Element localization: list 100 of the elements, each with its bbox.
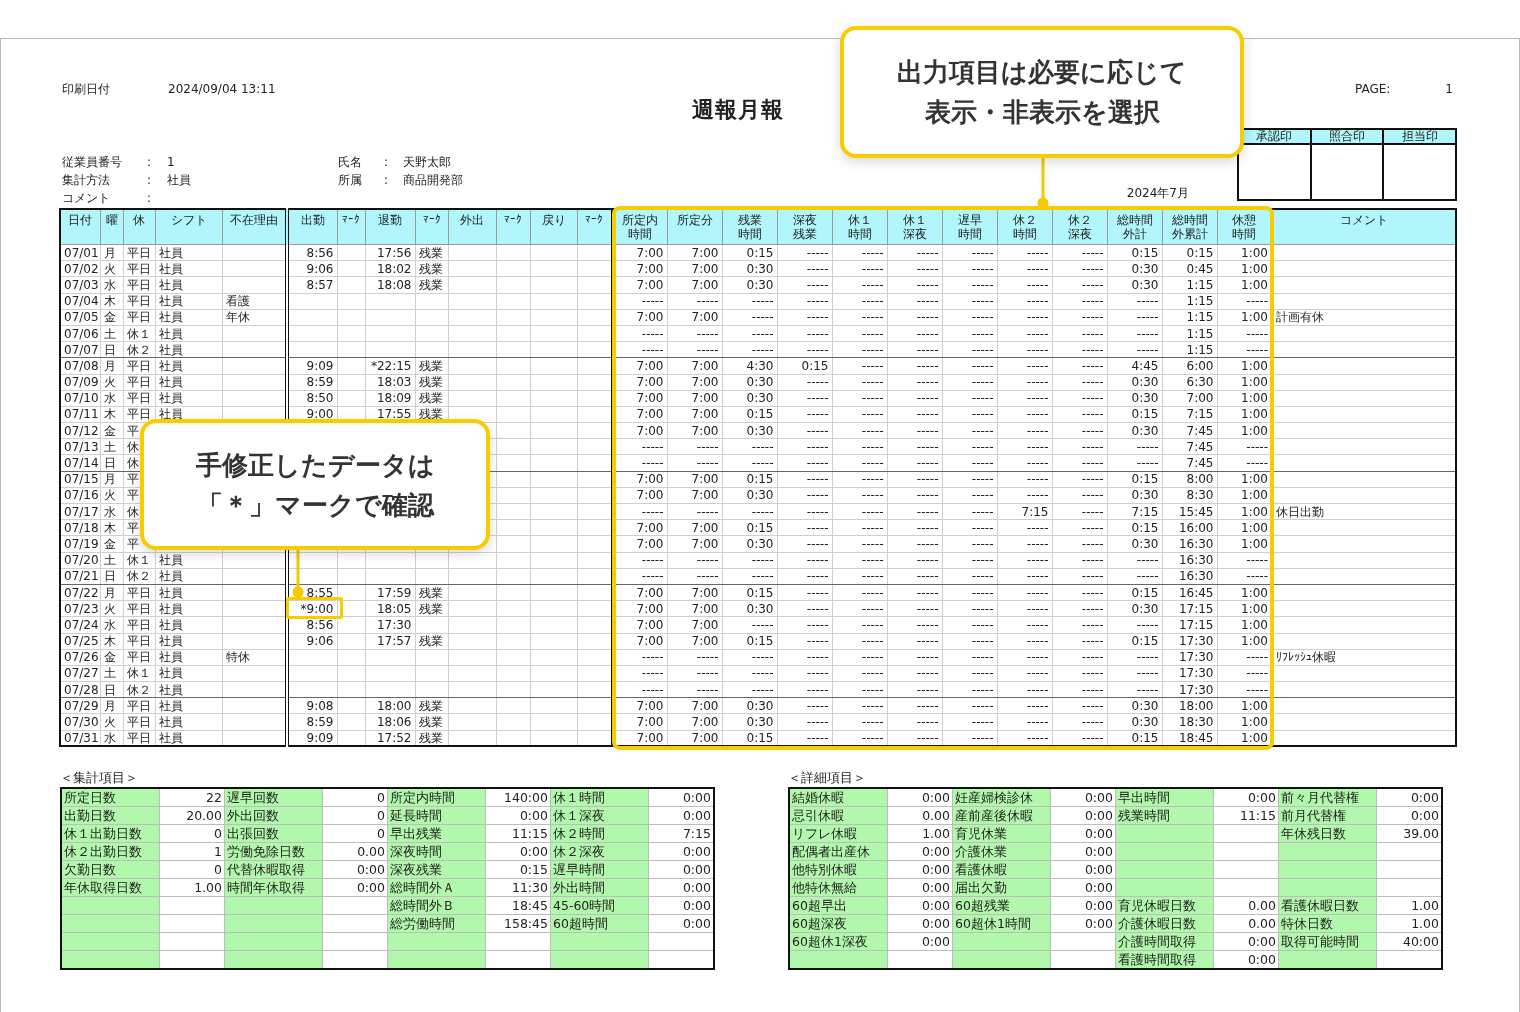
table-cell: 8:00 (1162, 471, 1217, 488)
table-cell: ----- (1052, 260, 1107, 277)
table-cell: ----- (1052, 357, 1107, 374)
column-header: 戻り (530, 209, 577, 245)
table-cell: ----- (777, 390, 832, 407)
table-cell: 金 (100, 649, 123, 666)
table-cell: 7:00 (667, 697, 722, 714)
table-cell: 18:05 (365, 600, 415, 617)
table-cell: ----- (997, 633, 1052, 650)
table-cell: 0:30 (1107, 713, 1162, 731)
table-cell: 7:00 (667, 260, 722, 277)
table-cell: 7:00 (667, 374, 722, 391)
table-cell: 休１ (123, 552, 155, 569)
stamp-label: 担当印 (1383, 129, 1456, 144)
table-cell: 年休 (222, 309, 287, 326)
table-cell: ----- (832, 309, 887, 326)
table-cell: 17:56 (365, 244, 415, 261)
item-value: 140:00 (485, 788, 551, 807)
table-cell: 8:59 (287, 374, 337, 391)
table-cell: 0:45 (1162, 260, 1217, 277)
field-label: 集計方法 (62, 172, 111, 189)
table-cell: ----- (667, 568, 722, 585)
table-cell: 1:00 (1217, 390, 1272, 407)
table-cell: ----- (1052, 406, 1107, 423)
table-cell: ----- (667, 503, 722, 520)
table-cell: ----- (997, 390, 1052, 407)
column-header: 休２深夜 (1052, 209, 1107, 245)
column-header: ﾏｰｸ (577, 209, 612, 245)
column-header: 深夜残業 (777, 209, 832, 245)
table-cell: ----- (942, 341, 997, 358)
table-cell: ----- (777, 293, 832, 310)
table-cell: ----- (1052, 697, 1107, 714)
table-cell: 社員 (155, 374, 222, 391)
table-cell: 8:30 (1162, 487, 1217, 504)
table-cell: ----- (777, 665, 832, 682)
table-cell: 7:00 (667, 309, 722, 326)
table-cell: ----- (887, 438, 942, 455)
table-cell: 7:00 (667, 390, 722, 407)
item-value: 22 (159, 788, 225, 807)
table-cell: ----- (777, 633, 832, 650)
table-cell: ----- (942, 293, 997, 310)
table-cell: ----- (942, 487, 997, 504)
table-cell: 0:30 (722, 374, 777, 391)
table-cell: 7:00 (667, 600, 722, 617)
table-cell: 平日 (123, 293, 155, 310)
table-cell: 1:15 (1162, 325, 1217, 342)
table-cell: ----- (887, 568, 942, 585)
table-cell: 木 (100, 406, 123, 423)
table-cell: ----- (777, 244, 832, 261)
table-cell: ----- (777, 649, 832, 666)
table-cell: 1:15 (1162, 293, 1217, 310)
table-cell: 07/27 (60, 665, 100, 682)
table-cell: 07/13 (60, 438, 100, 455)
section-title: ＜集計項目＞ (60, 769, 139, 788)
table-cell: ----- (997, 665, 1052, 682)
column-header: 出勤 (287, 209, 337, 245)
table-cell: 07/11 (60, 406, 100, 423)
field-label: 従業員番号 (62, 154, 123, 171)
item-value: 0:00 (648, 788, 714, 807)
table-cell: ----- (997, 552, 1052, 569)
item-label: 所定内時間 (387, 788, 486, 807)
table-cell: 17:15 (1162, 616, 1217, 633)
table-cell: 1:00 (1217, 633, 1272, 650)
table-cell: ----- (1107, 293, 1162, 310)
table-cell: 月 (100, 471, 123, 488)
table-cell: ----- (722, 325, 777, 342)
field-separator: : (147, 190, 153, 207)
table-cell: 8:56 (287, 244, 337, 261)
table-cell: 社員 (155, 600, 222, 617)
table-cell: 社員 (155, 309, 222, 326)
table-cell: ----- (832, 487, 887, 504)
column-header: 休１時間 (832, 209, 887, 245)
table-cell: 平日 (123, 244, 155, 261)
table-cell: ----- (1052, 616, 1107, 633)
table-cell: 社員 (155, 244, 222, 261)
table-cell: 土 (100, 325, 123, 342)
table-cell: 社員 (155, 584, 222, 601)
column-header: 日付 (60, 209, 100, 245)
table-cell: 平日 (123, 357, 155, 374)
field-separator: : (147, 172, 153, 189)
table-cell: ----- (887, 552, 942, 569)
table-cell: 9:08 (287, 697, 337, 714)
table-cell: ----- (1052, 454, 1107, 472)
column-header: 残業時間 (722, 209, 777, 245)
table-cell: ----- (997, 519, 1052, 536)
stamp-label: 照合印 (1310, 129, 1384, 144)
table-cell: 0:15 (1107, 244, 1162, 261)
table-cell: 平日 (123, 276, 155, 294)
table-cell: 社員 (155, 633, 222, 650)
table-cell: 社員 (155, 276, 222, 294)
table-cell: ----- (942, 616, 997, 633)
table-cell: ----- (997, 260, 1052, 277)
table-cell: 07/07 (60, 341, 100, 358)
section-title: ＜詳細項目＞ (788, 769, 867, 788)
table-cell: 0:30 (722, 697, 777, 714)
table-cell: 07/22 (60, 584, 100, 601)
table-cell: 0:15 (722, 584, 777, 601)
table-cell: 1:15 (1162, 276, 1217, 294)
table-cell: ----- (832, 649, 887, 666)
table-cell: 8:50 (287, 390, 337, 407)
